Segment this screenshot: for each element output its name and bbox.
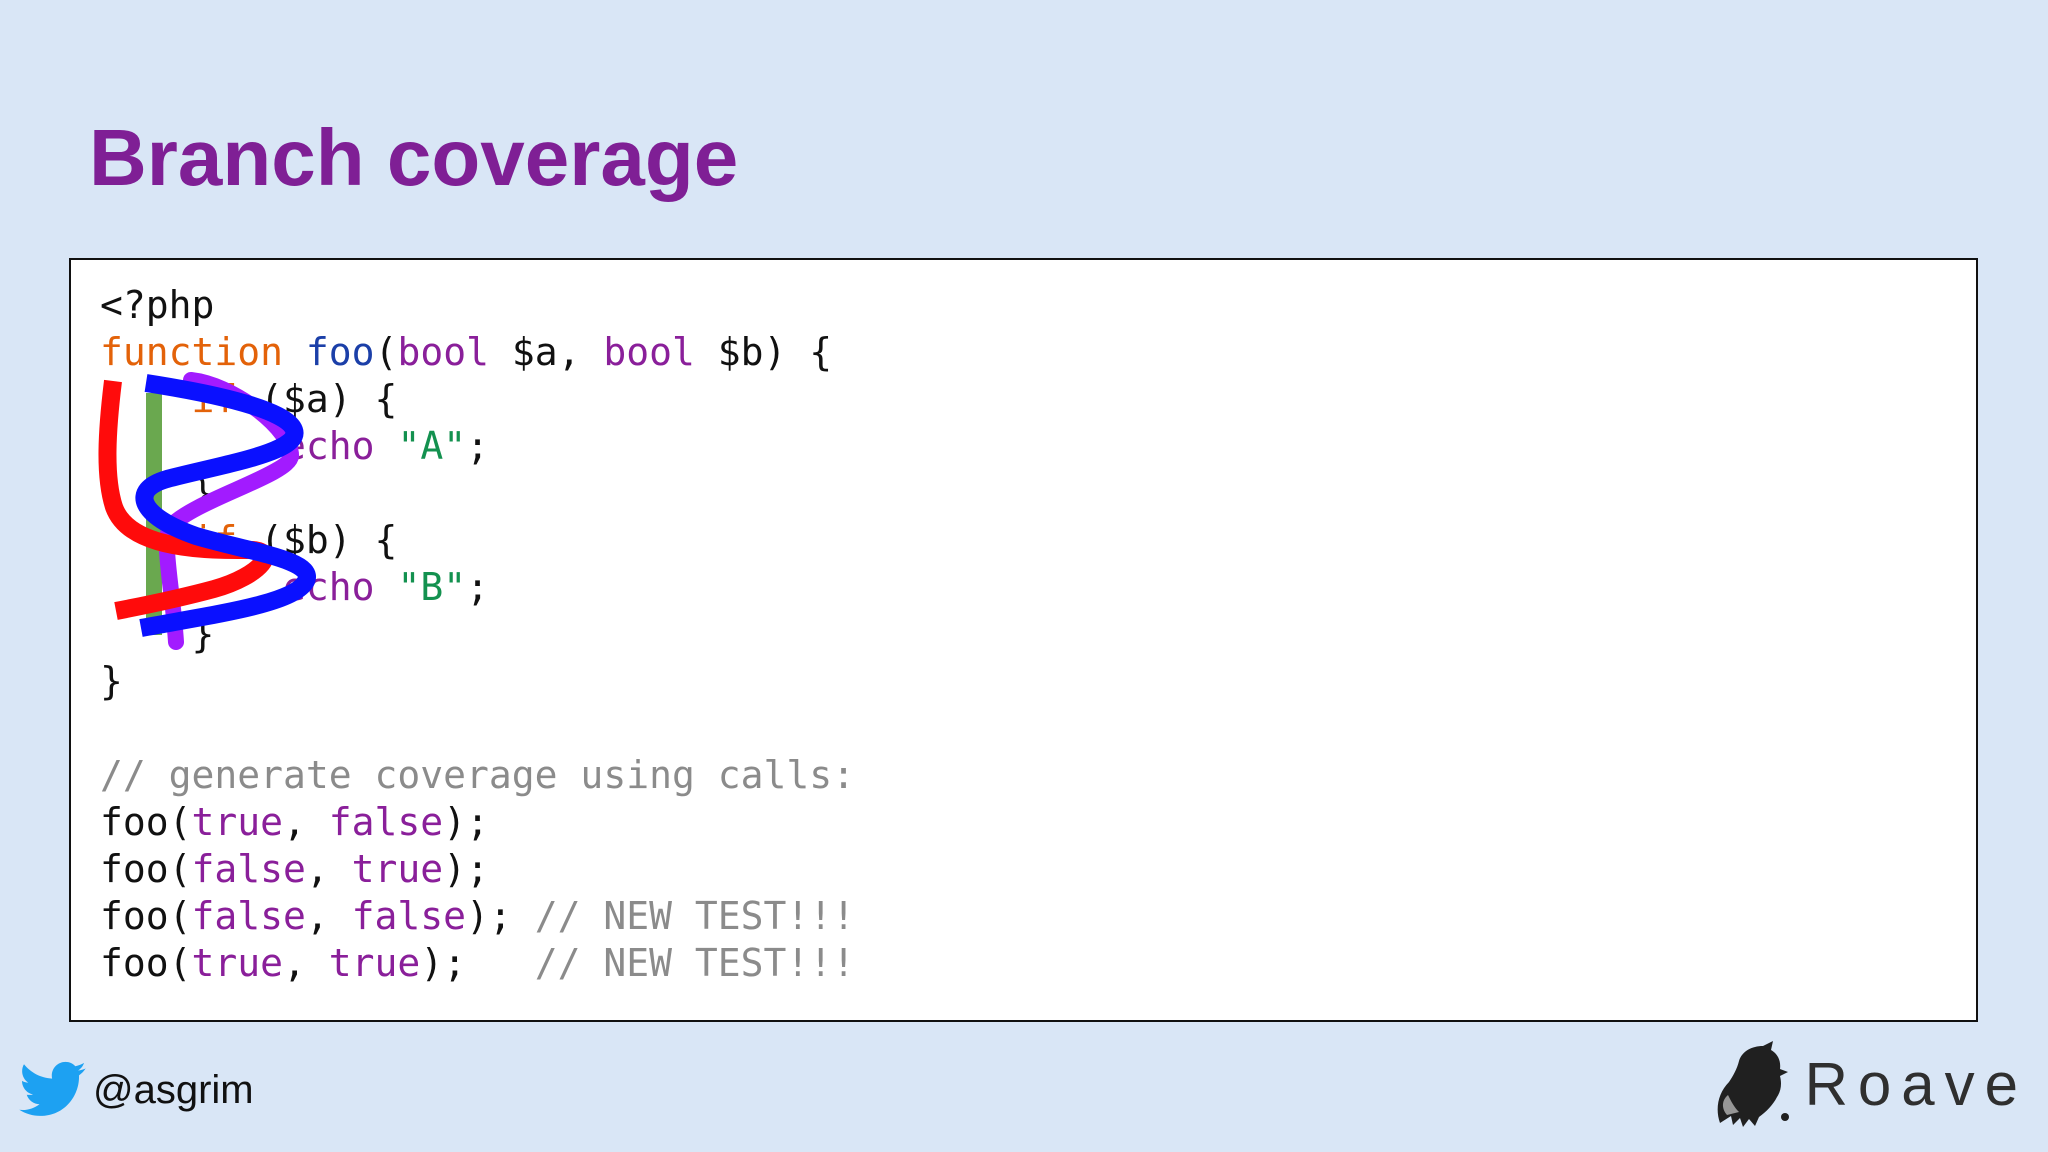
code-token: // NEW TEST!!! [534, 894, 855, 938]
code-token: } [100, 471, 215, 515]
code-token: "B" [397, 565, 467, 609]
code-token: ($a) { [237, 377, 398, 421]
code-token: false [351, 894, 467, 938]
code-token: foo( [100, 847, 192, 891]
code-token: $b) { [694, 330, 833, 374]
code-line: foo(false, true); [100, 846, 855, 893]
code-token: , [305, 894, 352, 938]
code-token: , [283, 941, 329, 985]
twitter-handle-footer: @asgrim [17, 1058, 254, 1122]
roave-brand-footer: Roave [1709, 1040, 2028, 1130]
code-token: ); [443, 847, 489, 891]
code-token: bool [603, 330, 695, 374]
code-token: } [100, 612, 215, 656]
code-token: ; [466, 565, 489, 609]
code-token: false [191, 894, 306, 938]
code-token: foo( [100, 800, 192, 844]
code-line: } [100, 658, 855, 705]
code-line: if ($b) { [100, 517, 855, 564]
code-token: false [191, 847, 306, 891]
code-line: foo(false, false); // NEW TEST!!! [100, 893, 855, 940]
code-token: function [100, 330, 284, 374]
code-token: ); [466, 894, 535, 938]
code-token: ); [420, 941, 535, 985]
code-token: , [283, 800, 329, 844]
php-code-block: <?php function foo(bool $a, bool $b) { if… [100, 282, 855, 987]
code-token: if [191, 518, 238, 562]
code-token: "A" [397, 424, 467, 468]
code-line: // generate coverage using calls: [100, 752, 855, 799]
code-token: // generate coverage using calls: [100, 753, 855, 797]
code-line: <?php [100, 282, 855, 329]
code-token: // NEW TEST!!! [534, 941, 855, 985]
code-token: true [351, 847, 444, 891]
code-token: <?php [100, 283, 215, 327]
code-panel: <?php function foo(bool $a, bool $b) { if… [69, 258, 1978, 1022]
code-line: function foo(bool $a, bool $b) { [100, 329, 855, 376]
code-line: foo(true, true); // NEW TEST!!! [100, 940, 855, 987]
code-line: } [100, 470, 855, 517]
blank-code-line [100, 705, 855, 752]
code-token: , [305, 847, 352, 891]
code-token: true [328, 941, 421, 985]
code-token: foo( [100, 941, 192, 985]
code-line: echo "A"; [100, 423, 855, 470]
code-token: true [191, 941, 284, 985]
code-token: ; [466, 424, 489, 468]
code-token: echo [283, 565, 375, 609]
code-line: echo "B"; [100, 564, 855, 611]
slide-title: Branch coverage [89, 113, 739, 202]
code-line: if ($a) { [100, 376, 855, 423]
code-token: true [191, 800, 284, 844]
code-token: if [191, 377, 238, 421]
code-token: false [328, 800, 444, 844]
code-token: $a, [488, 330, 604, 374]
code-line: } [100, 611, 855, 658]
twitter-handle: @asgrim [93, 1068, 254, 1112]
code-token: ( [374, 330, 398, 374]
twitter-bird-icon [19, 1061, 86, 1116]
code-line: foo(true, false); [100, 799, 855, 846]
code-token: ($b) { [237, 518, 398, 562]
code-token: } [100, 659, 123, 703]
code-token: foo( [100, 894, 192, 938]
code-token: ); [443, 800, 489, 844]
code-token: bool [397, 330, 489, 374]
code-token: echo [283, 424, 375, 468]
code-token: foo [305, 330, 375, 374]
roave-logo-icon [1717, 1041, 1789, 1127]
roave-brand-name: Roave [1804, 1051, 2028, 1118]
